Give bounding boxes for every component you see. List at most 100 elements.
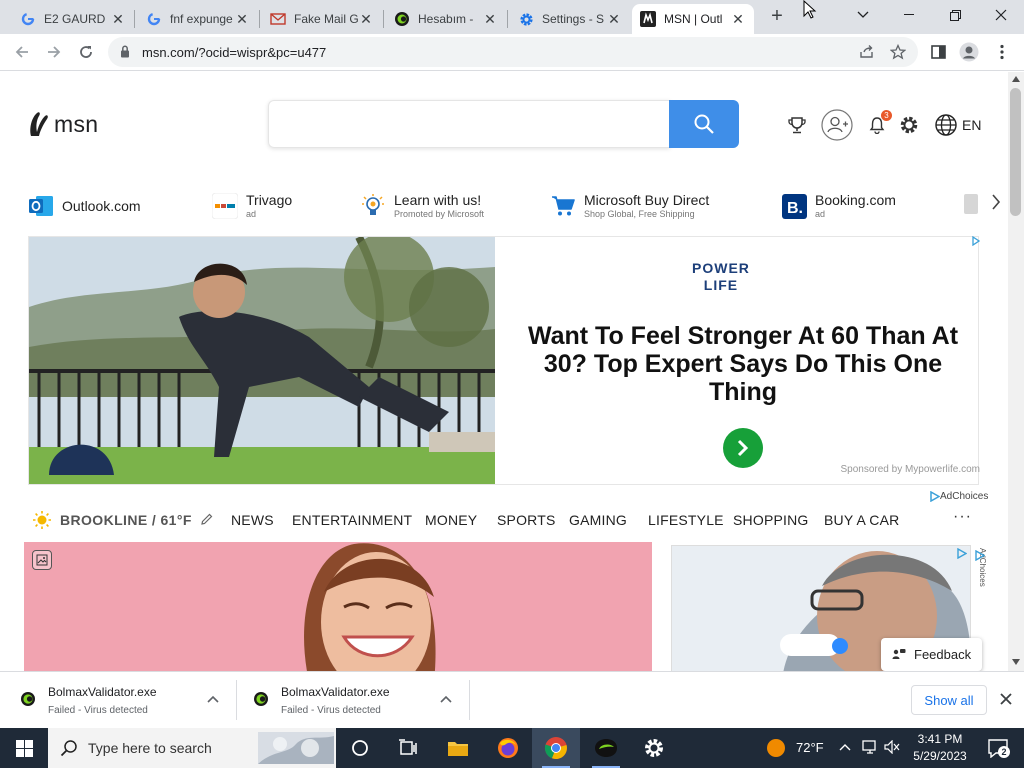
taskbar-search-box[interactable]: Type here to search bbox=[48, 728, 336, 768]
outlook-icon bbox=[28, 193, 54, 219]
close-icon[interactable]: ✕ bbox=[606, 11, 622, 27]
back-button[interactable] bbox=[8, 38, 36, 66]
chevron-up-icon[interactable] bbox=[205, 691, 221, 707]
share-icon[interactable] bbox=[858, 44, 874, 60]
task-view-icon[interactable] bbox=[384, 728, 432, 768]
ad-headline[interactable]: Want To Feel Stronger At 60 Than At 30? … bbox=[510, 322, 976, 406]
nav-sports[interactable]: SPORTS bbox=[497, 512, 556, 528]
close-icon[interactable]: ✕ bbox=[730, 11, 746, 27]
scroll-up-arrow-icon[interactable] bbox=[1012, 76, 1020, 82]
browser-menu-icon[interactable] bbox=[988, 38, 1016, 66]
close-download-bar-icon[interactable] bbox=[997, 690, 1015, 708]
faded-quicklink-icon[interactable] bbox=[962, 192, 980, 216]
gallery-icon[interactable] bbox=[32, 550, 52, 570]
reload-button[interactable] bbox=[72, 38, 100, 66]
nav-news[interactable]: NEWS bbox=[231, 512, 274, 528]
rewards-trophy-icon[interactable] bbox=[786, 112, 808, 138]
settings-gear-icon[interactable] bbox=[630, 728, 678, 768]
download-filename: BolmaxValidator.exe bbox=[281, 685, 390, 699]
msn-page: msn 3 EN Outlook.com Trivago ad Learn wi… bbox=[0, 72, 1008, 671]
close-icon[interactable]: ✕ bbox=[110, 11, 126, 27]
language-globe-icon[interactable] bbox=[934, 112, 958, 138]
sign-in-avatar-button[interactable] bbox=[821, 109, 853, 141]
adchoices-corner-icon[interactable] bbox=[972, 235, 981, 249]
new-tab-button[interactable]: + bbox=[766, 5, 788, 29]
quicklink-booking[interactable]: B. Booking.com ad bbox=[781, 188, 896, 224]
taskbar-clock[interactable]: 3:41 PM 5/29/2023 bbox=[900, 731, 980, 765]
scrollbar-thumb[interactable] bbox=[1010, 88, 1021, 216]
tab-e2-gaurd[interactable]: E2 GAURD ✕ bbox=[12, 4, 134, 34]
nav-entertainment[interactable]: ENTERTAINMENT bbox=[292, 512, 412, 528]
tab-fnf-expunge[interactable]: fnf expunge ✕ bbox=[138, 4, 258, 34]
file-explorer-icon[interactable] bbox=[434, 728, 482, 768]
nav-more-button[interactable]: ··· bbox=[953, 508, 972, 526]
download-item[interactable]: BolmaxValidator.exe Failed - Virus detec… bbox=[0, 679, 232, 721]
taskbar-temperature[interactable]: 72°F bbox=[796, 740, 824, 755]
network-icon[interactable] bbox=[862, 740, 878, 757]
tab-settings[interactable]: Settings - S ✕ bbox=[510, 4, 630, 34]
side-panel-button[interactable] bbox=[924, 38, 952, 66]
profile-avatar[interactable] bbox=[955, 38, 983, 66]
show-hidden-icons-chevron-icon[interactable] bbox=[839, 739, 851, 754]
volume-muted-icon[interactable] bbox=[884, 739, 900, 757]
adchoices-link[interactable]: AdChoices bbox=[930, 491, 988, 502]
tab-msn-outlook[interactable]: MSN | Outl ✕ bbox=[632, 4, 754, 34]
nav-buy-a-car[interactable]: BUY A CAR bbox=[824, 512, 899, 528]
ad-photo-man-pushup[interactable] bbox=[29, 237, 495, 484]
quicklink-outlook[interactable]: Outlook.com bbox=[28, 188, 141, 224]
tab-search-chevron-icon[interactable] bbox=[840, 0, 886, 30]
download-file-icon bbox=[20, 691, 36, 712]
msn-search-button[interactable] bbox=[669, 100, 739, 148]
start-button[interactable] bbox=[0, 728, 48, 768]
language-label[interactable]: EN bbox=[962, 117, 981, 133]
close-icon[interactable]: ✕ bbox=[482, 11, 498, 27]
tab-fake-mail[interactable]: Fake Mail G ✕ bbox=[262, 4, 382, 34]
feedback-button[interactable]: Feedback bbox=[881, 638, 982, 671]
tab-separator bbox=[383, 10, 384, 28]
nav-gaming[interactable]: GAMING bbox=[569, 512, 627, 528]
restore-button[interactable] bbox=[932, 0, 978, 30]
forward-button[interactable] bbox=[40, 38, 68, 66]
close-icon[interactable]: ✕ bbox=[234, 11, 250, 27]
settings-gear-icon[interactable] bbox=[898, 112, 920, 138]
quicklink-microsoft-buy-direct[interactable]: Microsoft Buy Direct Shop Global, Free S… bbox=[550, 188, 709, 224]
firefox-icon[interactable] bbox=[484, 728, 532, 768]
ad-brand-logo[interactable]: POWER LIFE bbox=[692, 260, 750, 294]
hero-story-card[interactable] bbox=[24, 542, 652, 671]
tab-title: MSN | Outl bbox=[664, 12, 723, 26]
green-app-icon[interactable] bbox=[582, 728, 630, 768]
side-ad-corner-icon[interactable] bbox=[957, 548, 967, 559]
close-window-button[interactable] bbox=[978, 0, 1024, 30]
quicklink-sublabel: Promoted by Microsoft bbox=[394, 209, 485, 219]
side-adchoices-icon[interactable] bbox=[975, 550, 985, 561]
chevron-up-icon[interactable] bbox=[438, 691, 454, 707]
scroll-down-arrow-icon[interactable] bbox=[1012, 659, 1020, 665]
msn-icon bbox=[640, 11, 656, 27]
ad-go-button[interactable] bbox=[723, 428, 763, 468]
notification-count-badge: 3 bbox=[881, 110, 892, 121]
quicklink-learn-with-us[interactable]: Learn with us! Promoted by Microsoft bbox=[360, 188, 484, 224]
minimize-button[interactable] bbox=[886, 0, 932, 30]
msn-logo[interactable]: msn bbox=[28, 110, 98, 138]
nav-shopping[interactable]: SHOPPING bbox=[733, 512, 809, 528]
weather-sun-icon[interactable] bbox=[752, 728, 800, 768]
msn-search-input[interactable] bbox=[268, 100, 670, 148]
edit-pencil-icon[interactable] bbox=[200, 512, 214, 529]
weather-widget[interactable]: BROOKLINE / 61°F bbox=[32, 510, 214, 530]
chrome-icon[interactable] bbox=[532, 728, 580, 768]
address-bar[interactable]: msn.com/?ocid=wispr&pc=u477 bbox=[108, 37, 918, 67]
bookmark-star-icon[interactable] bbox=[889, 43, 907, 60]
quicklink-label: Booking.com bbox=[815, 192, 896, 208]
close-icon[interactable]: ✕ bbox=[358, 11, 374, 27]
nav-money[interactable]: MONEY bbox=[425, 512, 477, 528]
tab-separator bbox=[259, 10, 260, 28]
quicklinks-next-arrow-icon[interactable] bbox=[986, 194, 1006, 214]
tab-hesabim[interactable]: Hesabım - ✕ bbox=[386, 4, 506, 34]
quicklink-sublabel: ad bbox=[815, 209, 826, 219]
show-all-downloads-button[interactable]: Show all bbox=[911, 685, 987, 715]
download-item[interactable]: BolmaxValidator.exe Failed - Virus detec… bbox=[233, 679, 465, 721]
nav-lifestyle[interactable]: LIFESTYLE bbox=[648, 512, 724, 528]
lock-icon[interactable] bbox=[120, 45, 130, 63]
cortana-circle-icon[interactable] bbox=[336, 728, 384, 768]
quicklink-trivago[interactable]: Trivago ad bbox=[212, 188, 292, 224]
